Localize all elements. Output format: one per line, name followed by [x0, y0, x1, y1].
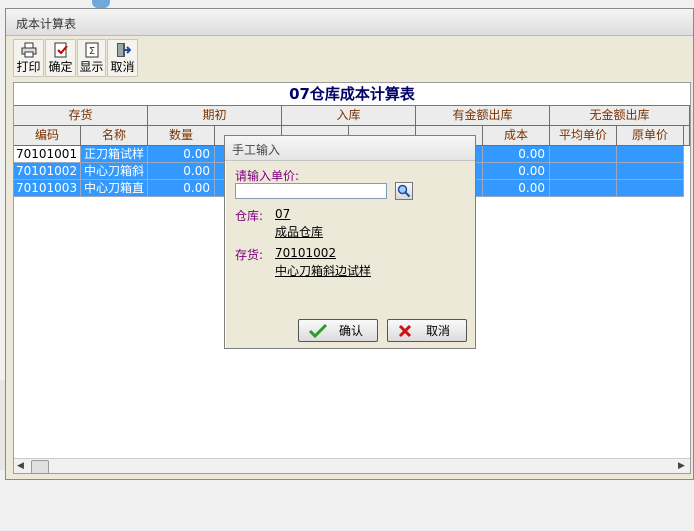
ok-button[interactable]: 确认	[298, 319, 378, 342]
cell-avg-price[interactable]	[550, 163, 617, 180]
cancel-dialog-label: 取消	[426, 324, 451, 338]
cell-out-cost[interactable]: 0.00	[483, 163, 550, 180]
lookup-button[interactable]	[395, 182, 413, 200]
group-header-inbound: 入库	[282, 106, 416, 126]
cell-name[interactable]: 中心刀箱斜	[81, 163, 148, 180]
cell-avg-price[interactable]	[550, 146, 617, 163]
cell-avg-price[interactable]	[550, 180, 617, 197]
group-header-opening: 期初	[148, 106, 282, 126]
confirm-label: 确定	[48, 60, 73, 74]
item-label: 存货:	[235, 248, 264, 262]
cell-code[interactable]: 70101003	[14, 180, 81, 197]
display-doc-icon: Σ	[85, 42, 98, 58]
background-decoration	[92, 0, 110, 8]
cell-code[interactable]: 70101002	[14, 163, 81, 180]
scroll-left-arrow[interactable]: ◀	[17, 459, 24, 473]
svg-text:Σ: Σ	[88, 46, 94, 57]
printer-icon	[21, 42, 36, 58]
display-label: 显示	[79, 60, 104, 74]
col-header-orig-price[interactable]: 原单价	[617, 126, 684, 146]
col-header-overflow	[684, 126, 690, 146]
window-title: 成本计算表	[16, 17, 77, 31]
col-header-avg-price[interactable]: 平均单价	[550, 126, 617, 146]
cell-out-cost[interactable]: 0.00	[483, 146, 550, 163]
exit-door-icon	[116, 43, 131, 57]
warehouse-code: 07	[275, 207, 291, 221]
warehouse-name: 成品仓库	[275, 225, 324, 239]
cell-qty[interactable]: 0.00	[148, 163, 215, 180]
item-code: 70101002	[275, 246, 337, 260]
print-label: 打印	[16, 60, 41, 74]
cancel-label: 取消	[110, 60, 135, 74]
cell-qty[interactable]: 0.00	[148, 146, 215, 163]
confirm-doc-icon	[54, 42, 68, 58]
cancel-toolbar-button[interactable]: 取消	[107, 39, 138, 77]
item-name: 中心刀箱斜边试样	[275, 264, 372, 278]
cell-name[interactable]: 正刀箱试样	[81, 146, 148, 163]
cell-qty[interactable]: 0.00	[148, 180, 215, 197]
col-header-name[interactable]: 名称	[81, 126, 148, 146]
dialog-title-bar[interactable]: 手工输入	[225, 136, 475, 161]
window-title-bar[interactable]: 成本计算表	[6, 9, 693, 36]
display-button[interactable]: Σ 显示	[77, 39, 106, 77]
price-prompt-label: 请输入单价:	[235, 169, 300, 183]
horizontal-scrollbar[interactable]: ◀ ▶	[14, 458, 690, 474]
cell-orig-price[interactable]	[617, 146, 684, 163]
group-header-priced-outbound: 有金额出库	[416, 106, 550, 126]
manual-input-dialog: 手工输入 请输入单价: 仓库: 07 成品仓库 存货: 70101002 中心刀…	[224, 135, 476, 349]
unit-price-input[interactable]	[235, 183, 387, 199]
cell-orig-price[interactable]	[617, 180, 684, 197]
cell-orig-price[interactable]	[617, 163, 684, 180]
cell-code[interactable]: 70101001	[14, 146, 81, 163]
scroll-right-arrow[interactable]: ▶	[678, 459, 685, 473]
cell-name[interactable]: 中心刀箱直	[81, 180, 148, 197]
magnifier-icon	[397, 184, 411, 198]
col-header-out-cost[interactable]: 成本	[483, 126, 550, 146]
col-header-qty[interactable]: 数量	[148, 126, 215, 146]
group-header-inventory: 存货	[14, 106, 148, 126]
green-check-icon	[308, 323, 328, 338]
cancel-dialog-button[interactable]: 取消	[387, 319, 467, 342]
scroll-thumb[interactable]	[31, 460, 49, 474]
dialog-title: 手工输入	[232, 143, 281, 157]
warehouse-label: 仓库:	[235, 209, 264, 223]
ok-label: 确认	[339, 324, 364, 338]
print-button[interactable]: 打印	[13, 39, 44, 77]
red-x-icon	[398, 324, 412, 337]
cell-out-cost[interactable]: 0.00	[483, 180, 550, 197]
group-header-unpriced-outbound: 无金额出库	[550, 106, 690, 126]
col-header-code[interactable]: 编码	[14, 126, 81, 146]
confirm-button[interactable]: 确定	[45, 39, 76, 77]
report-title: 07仓库成本计算表	[14, 83, 690, 106]
